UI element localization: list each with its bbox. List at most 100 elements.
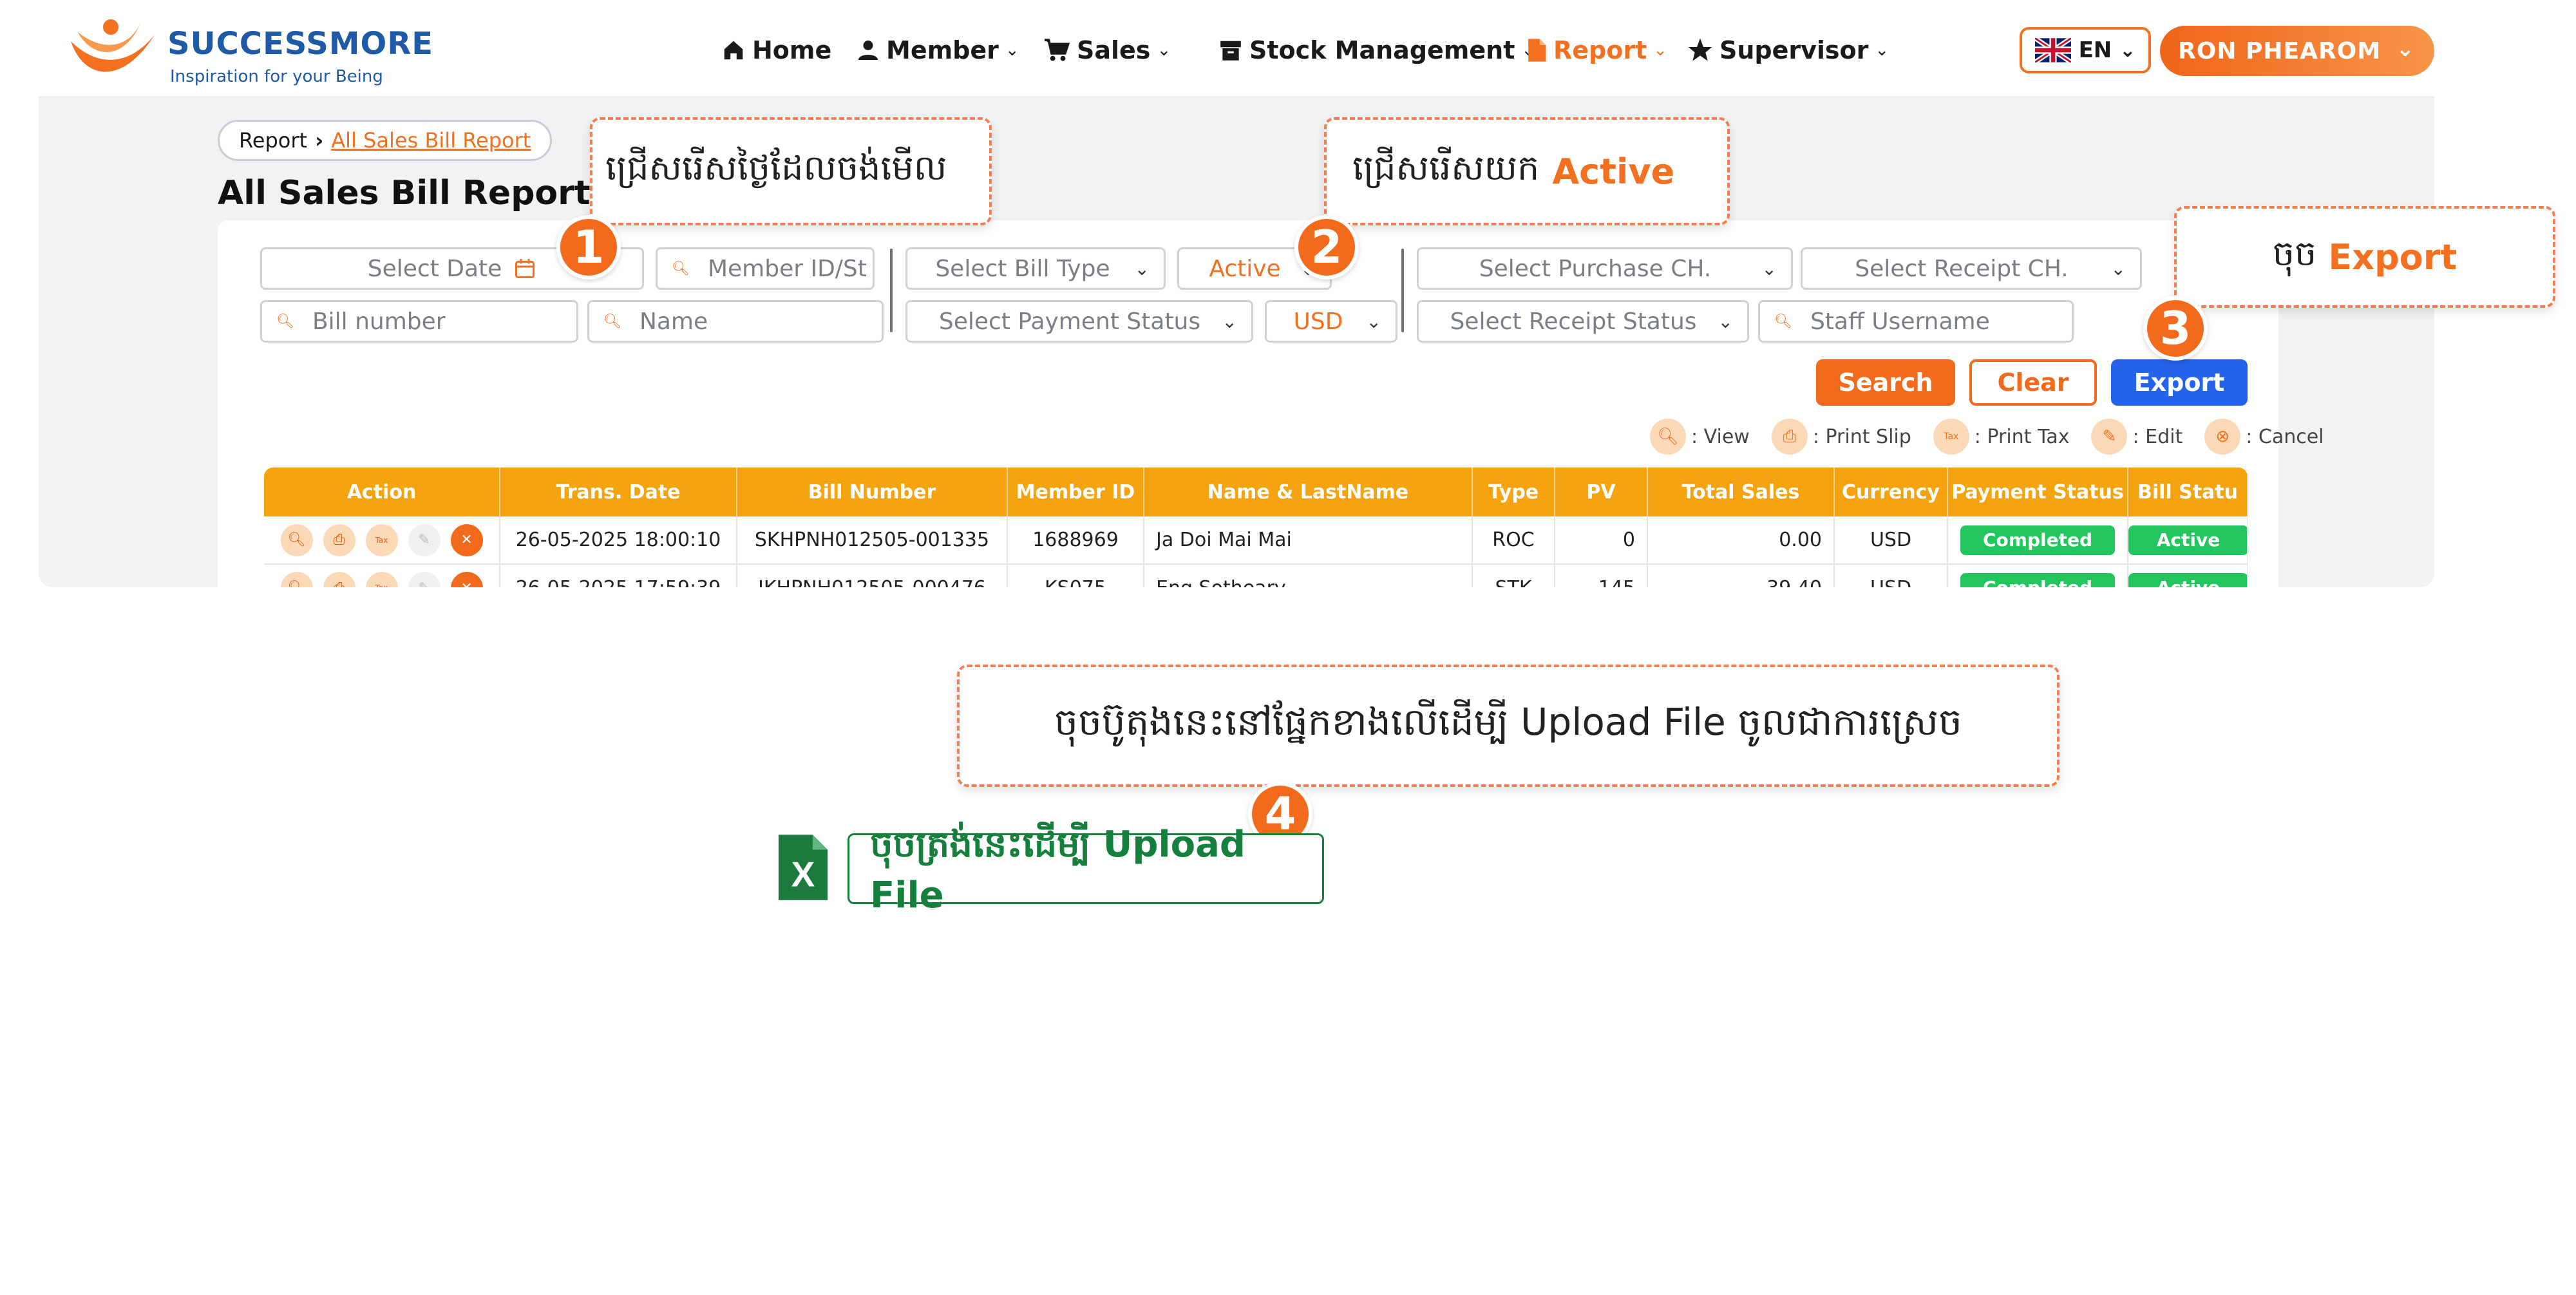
receipt-status-select[interactable]: Select Receipt Status ⌄ (1417, 300, 1749, 343)
logo-swoosh-icon (71, 19, 155, 72)
cancel-icon: ⊗ (2204, 419, 2241, 455)
print-icon[interactable]: ⎙ (323, 572, 355, 587)
tax-icon[interactable]: Tax (365, 572, 398, 587)
home-icon (724, 41, 743, 60)
brand-name: SUCCESSMORE (167, 26, 434, 62)
column-header: Currency (1834, 468, 1948, 516)
edit-icon[interactable]: ✎ (408, 524, 440, 556)
purchase-channel-select[interactable]: Select Purchase CH. ⌄ (1417, 247, 1793, 290)
chevron-down-icon: ⌄ (2119, 39, 2136, 62)
payment-status-select[interactable]: Select Payment Status ⌄ (905, 300, 1253, 343)
bill-number-input[interactable]: 🔍︎ Bill number (260, 300, 578, 343)
cart-icon (1045, 39, 1070, 61)
bill-number-cell: IKHPNH012505-000476 (737, 564, 1008, 587)
chevron-down-icon: ⌄ (2396, 36, 2415, 62)
column-header: Bill Statu (2128, 468, 2248, 516)
nav-supervisor[interactable]: Supervisor ⌄ (1687, 32, 1889, 68)
tax-icon[interactable]: Tax (365, 524, 398, 556)
breadcrumb-current[interactable]: All Sales Bill Report (331, 128, 531, 153)
calendar-icon (515, 259, 535, 278)
annotation-select-active: ជ្រើសរើសយក Active (1324, 117, 1730, 225)
step-badge-1: 1 (556, 215, 621, 279)
language-label: EN (2078, 37, 2112, 63)
brand-logo[interactable]: SUCCESSMORE Inspiration for your Being (64, 13, 433, 90)
archive-icon (1220, 41, 1241, 61)
status-badge: Completed (1960, 525, 2115, 555)
print-icon: ⎙ (1771, 419, 1808, 455)
clear-button[interactable]: Clear (1969, 359, 2097, 406)
legend-view-label: : View (1691, 425, 1750, 448)
chevron-down-icon: ⌄ (1875, 41, 1889, 60)
svg-text:X: X (791, 855, 815, 894)
cancel-icon[interactable]: ✕ (450, 524, 483, 556)
edit-icon[interactable]: ✎ (408, 572, 440, 587)
bill-type-select[interactable]: Select Bill Type ⌄ (905, 247, 1166, 290)
chevron-down-icon: ⌄ (1222, 311, 1237, 332)
receipt-channel-select[interactable]: Select Receipt CH. ⌄ (1801, 247, 2142, 290)
trans-date-cell: 26-05-2025 18:00:10 (500, 516, 737, 565)
brand-tagline: Inspiration for your Being (170, 67, 383, 86)
total-sales-cell: 39.40 (1647, 564, 1835, 587)
member-id-input[interactable]: 🔍︎ Member ID/St (656, 247, 875, 290)
tax-icon: Tax (1933, 419, 1969, 455)
chevron-down-icon: ⌄ (1157, 41, 1171, 60)
name-input[interactable]: 🔍︎ Name (587, 300, 884, 343)
currency-select[interactable]: USD ⌄ (1265, 300, 1397, 343)
chevron-down-icon: ⌄ (2110, 258, 2126, 279)
annotation-select-date: ជ្រើសរើសថ្ងៃដែលចង់មើល (590, 117, 992, 225)
bill-status-cell: Active (2128, 564, 2248, 587)
view-icon[interactable]: 🔍︎ (280, 572, 313, 587)
chevron-down-icon: ⌄ (1718, 311, 1733, 332)
upload-file-button[interactable]: ចុចត្រង់នេះដើម្បី Upload File (848, 824, 1324, 916)
step-badge-3: 3 (2143, 296, 2208, 361)
cancel-icon[interactable]: ✕ (450, 572, 483, 587)
user-name: RON PHEAROM (2178, 37, 2382, 64)
legend-edit-label: : Edit (2132, 425, 2183, 448)
annotation-upload-file: ចុចប៊ូតុងនេះនៅផ្នែកខាងលើដើម្បី Upload Fi… (957, 665, 2060, 787)
type-cell: STK (1472, 564, 1555, 587)
nav-report[interactable]: Report ⌄ (1526, 32, 1667, 68)
staff-username-input[interactable]: 🔍︎ Staff Username (1758, 300, 2074, 343)
chevron-down-icon: ⌄ (1366, 311, 1381, 332)
trans-date-cell: 26-05-2025 17:59:39 (500, 564, 737, 587)
purchase-channel-label: Select Purchase CH. (1479, 255, 1712, 282)
annotation-highlight: Export (2328, 236, 2458, 278)
print-icon[interactable]: ⎙ (323, 524, 355, 556)
table-row[interactable]: 🔍︎ ⎙ Tax ✎ ✕ 26-05-2025 17:59:39 IKHPNH01250… (264, 564, 2248, 587)
nav-member-label: Member (886, 36, 999, 64)
total-sales-cell: 0.00 (1647, 516, 1835, 565)
nav-sales[interactable]: Sales ⌄ (1043, 32, 1171, 68)
nav-stock-management[interactable]: Stock Management ⌄ (1218, 32, 1535, 68)
nav-supervisor-label: Supervisor (1719, 36, 1869, 64)
user-menu-button[interactable]: RON PHEAROM ⌄ (2160, 26, 2434, 76)
member-id-cell: KS075 (1007, 564, 1144, 587)
nav-member[interactable]: Member ⌄ (857, 32, 1019, 68)
search-button[interactable]: Search (1816, 359, 1955, 406)
bill-number-placeholder: Bill number (312, 308, 446, 335)
nav-home[interactable]: Home (721, 32, 831, 68)
payment-status-label: Select Payment Status (938, 308, 1201, 335)
currency-label: USD (1293, 308, 1343, 335)
table-row[interactable]: 🔍︎ ⎙ Tax ✎ ✕ 26-05-2025 18:00:10 SKHPNH01250… (264, 516, 2248, 565)
legend-tax-label: : Print Tax (1974, 425, 2070, 448)
column-header: Action (264, 468, 500, 516)
breadcrumb-root[interactable]: Report (239, 128, 307, 153)
status-label: Active (1209, 255, 1281, 282)
view-icon[interactable]: 🔍︎ (280, 524, 313, 556)
type-cell: ROC (1472, 516, 1555, 565)
pv-cell: 0 (1555, 516, 1648, 565)
language-selector[interactable]: EN ⌄ (2020, 27, 2151, 73)
payment-status-cell: Completed (1947, 516, 2128, 565)
select-date-label: Select Date (367, 255, 502, 282)
annotation-click-export: ចុច Export (2174, 206, 2555, 308)
star-icon (1688, 38, 1712, 61)
annotation-text: ចុចប៊ូតុងនេះនៅផ្នែកខាងលើដើម្បី Upload Fi… (1054, 699, 1962, 744)
pv-cell: 145 (1555, 564, 1648, 587)
top-navbar: SUCCESSMORE Inspiration for your Being H… (39, 0, 2434, 98)
name-cell: Eng Sotheary (1144, 564, 1473, 587)
breadcrumb: Report › All Sales Bill Report (218, 120, 553, 161)
search-icon: 🔍︎ (1774, 313, 1792, 330)
annotation-text: ចុច (2272, 232, 2317, 274)
export-button[interactable]: Export (2111, 359, 2248, 406)
document-icon (1528, 39, 1546, 62)
